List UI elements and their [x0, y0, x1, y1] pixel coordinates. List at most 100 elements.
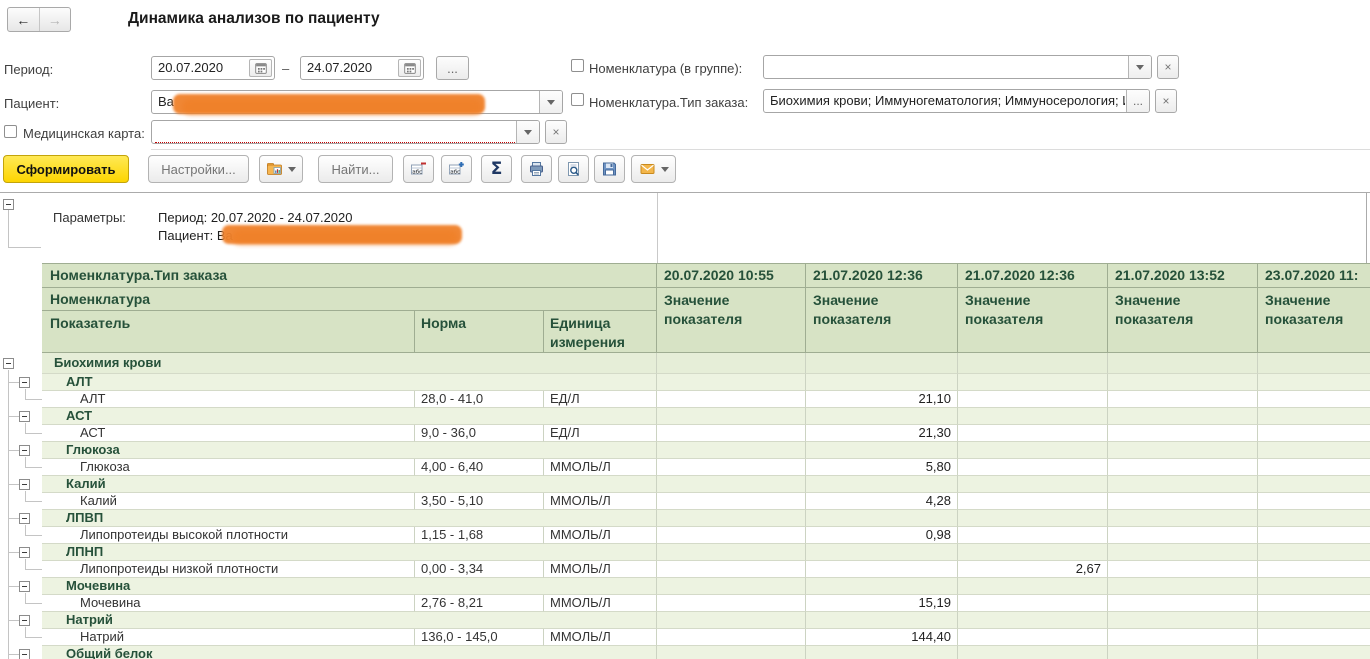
back-button[interactable]: ←: [8, 8, 40, 31]
group-row-cell[interactable]: [806, 646, 958, 659]
cell-value[interactable]: [958, 527, 1108, 544]
med-card-clear-button[interactable]: ×: [545, 120, 567, 144]
group-row-cell[interactable]: [1108, 442, 1258, 459]
group-row-cell[interactable]: [806, 544, 958, 561]
send-mail-button[interactable]: [631, 155, 676, 183]
cell-value[interactable]: [1258, 629, 1370, 646]
nomenclature-group-clear-button[interactable]: ×: [1157, 55, 1179, 79]
group-row-cell[interactable]: [1258, 612, 1370, 629]
cell-value[interactable]: [958, 425, 1108, 442]
cell-value[interactable]: [1258, 425, 1370, 442]
cell-value[interactable]: [1108, 493, 1258, 510]
cell-value[interactable]: 5,80: [806, 459, 958, 476]
cell-unit[interactable]: ММОЛЬ/Л: [544, 595, 657, 612]
cell-unit[interactable]: ММОЛЬ/Л: [544, 493, 657, 510]
group-row-cell[interactable]: [958, 578, 1108, 595]
header-value-label[interactable]: Значение показателя: [657, 288, 806, 353]
cell-indicator[interactable]: Липопротеиды низкой плотности: [42, 561, 415, 578]
group-row-cell[interactable]: [1108, 578, 1258, 595]
group-row-cell[interactable]: [806, 408, 958, 425]
cell-value[interactable]: 21,10: [806, 391, 958, 408]
cell-value[interactable]: [1258, 391, 1370, 408]
cell-unit[interactable]: ЕД/Л: [544, 391, 657, 408]
group-row-cell[interactable]: [657, 476, 806, 493]
period-range-button[interactable]: ...: [436, 56, 469, 80]
patient-input[interactable]: Ва: [151, 90, 563, 114]
cell-value[interactable]: [1108, 561, 1258, 578]
group-row-cell[interactable]: [958, 442, 1108, 459]
header-date[interactable]: 21.07.2020 12:36: [806, 264, 958, 288]
cell-norm[interactable]: 4,00 - 6,40: [415, 459, 544, 476]
collapse-groups-button[interactable]: абс: [403, 155, 434, 183]
cell-value[interactable]: 21,30: [806, 425, 958, 442]
group-row-cell[interactable]: [958, 646, 1108, 659]
group-row-label[interactable]: Мочевина: [42, 578, 657, 595]
group-row-label[interactable]: Биохимия крови: [42, 353, 657, 374]
group-row-cell[interactable]: [657, 510, 806, 527]
med-card-dropdown-button[interactable]: [516, 121, 539, 143]
header-date[interactable]: 21.07.2020 13:52: [1108, 264, 1258, 288]
group-row-cell[interactable]: [958, 476, 1108, 493]
order-type-clear-button[interactable]: ×: [1155, 89, 1177, 113]
collapse-expander[interactable]: [19, 547, 30, 558]
group-row-cell[interactable]: [657, 578, 806, 595]
cell-value[interactable]: [657, 629, 806, 646]
preview-button[interactable]: [558, 155, 589, 183]
cell-value[interactable]: [1108, 629, 1258, 646]
cell-indicator[interactable]: Липопротеиды высокой плотности: [42, 527, 415, 544]
cell-value[interactable]: [1108, 527, 1258, 544]
cell-value[interactable]: 2,67: [958, 561, 1108, 578]
group-row-cell[interactable]: [1108, 374, 1258, 391]
cell-value[interactable]: [1108, 425, 1258, 442]
cell-value[interactable]: [958, 595, 1108, 612]
cell-norm[interactable]: 28,0 - 41,0: [415, 391, 544, 408]
group-row-cell[interactable]: [1108, 408, 1258, 425]
med-card-checkbox[interactable]: [4, 125, 17, 138]
group-row-cell[interactable]: [1108, 510, 1258, 527]
cell-value[interactable]: [657, 493, 806, 510]
order-type-checkbox[interactable]: [571, 93, 584, 106]
group-row-cell[interactable]: [1108, 476, 1258, 493]
cell-norm[interactable]: 0,00 - 3,34: [415, 561, 544, 578]
cell-value[interactable]: [1108, 595, 1258, 612]
cell-indicator[interactable]: Мочевина: [42, 595, 415, 612]
cell-value[interactable]: [1258, 459, 1370, 476]
cell-value[interactable]: 0,98: [806, 527, 958, 544]
group-row-cell[interactable]: [1108, 544, 1258, 561]
expand-groups-button[interactable]: абс: [441, 155, 472, 183]
cell-value[interactable]: [1108, 391, 1258, 408]
header-norm[interactable]: Норма: [415, 311, 544, 353]
group-row-label[interactable]: Калий: [42, 476, 657, 493]
group-row-cell[interactable]: [1258, 646, 1370, 659]
cell-value[interactable]: [1108, 459, 1258, 476]
med-card-input[interactable]: [151, 120, 540, 144]
group-row-cell[interactable]: [657, 612, 806, 629]
cell-value[interactable]: [657, 561, 806, 578]
cell-value[interactable]: 4,28: [806, 493, 958, 510]
cell-indicator[interactable]: Калий: [42, 493, 415, 510]
cell-value[interactable]: [657, 391, 806, 408]
cell-norm[interactable]: 3,50 - 5,10: [415, 493, 544, 510]
cell-indicator[interactable]: АСТ: [42, 425, 415, 442]
cell-value[interactable]: [1258, 595, 1370, 612]
group-row-cell[interactable]: [806, 510, 958, 527]
cell-value[interactable]: [1258, 527, 1370, 544]
group-row-cell[interactable]: [806, 578, 958, 595]
group-row-cell[interactable]: [958, 408, 1108, 425]
group-row-cell[interactable]: [657, 353, 806, 374]
group-row-label[interactable]: Глюкоза: [42, 442, 657, 459]
cell-value[interactable]: [657, 425, 806, 442]
nomenclature-group-dropdown-button[interactable]: [1128, 56, 1151, 78]
group-row-cell[interactable]: [958, 612, 1108, 629]
header-date[interactable]: 23.07.2020 11:: [1258, 264, 1370, 288]
cell-unit[interactable]: ММОЛЬ/Л: [544, 561, 657, 578]
sum-button[interactable]: Σ: [481, 155, 512, 183]
cell-value[interactable]: [958, 493, 1108, 510]
save-button[interactable]: [594, 155, 625, 183]
cell-indicator[interactable]: АЛТ: [42, 391, 415, 408]
generate-button[interactable]: Сформировать: [3, 155, 129, 183]
group-row-cell[interactable]: [657, 646, 806, 659]
group-row-cell[interactable]: [657, 544, 806, 561]
group-row-cell[interactable]: [806, 442, 958, 459]
group-row-cell[interactable]: [1258, 442, 1370, 459]
